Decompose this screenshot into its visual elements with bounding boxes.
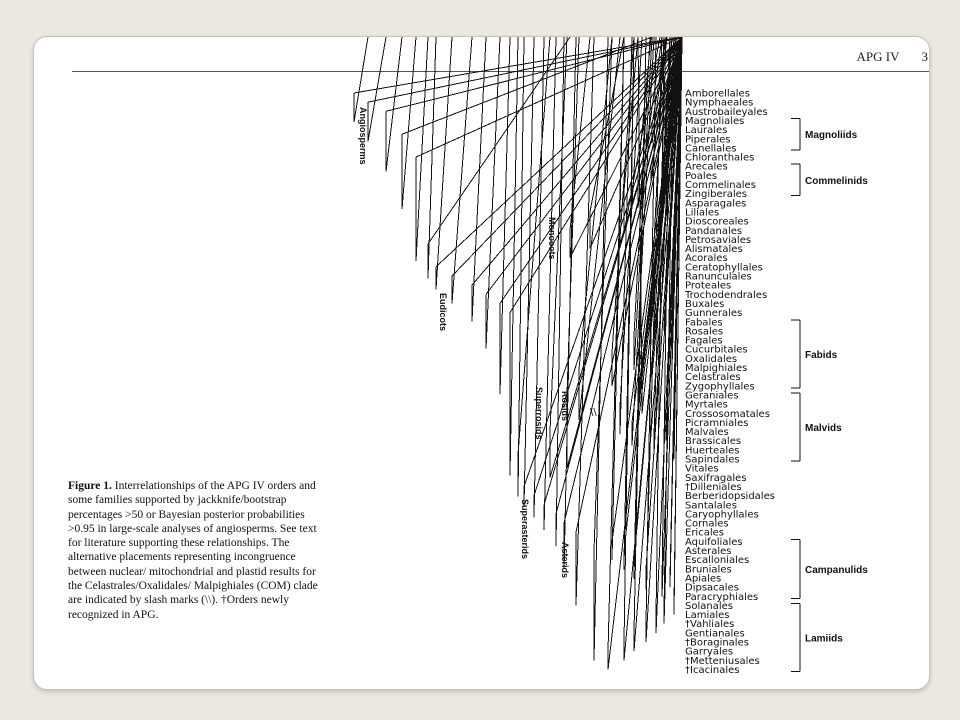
- branch-line-167: [451, 37, 473, 304]
- node-label-monocots: Monocots: [547, 217, 557, 260]
- node-label-superrosids: Superrosids: [534, 387, 544, 440]
- node-label-asterids: Asterids: [560, 542, 570, 578]
- bracket-label-commelinids: Commelinids: [805, 176, 868, 187]
- order-labels: AmborellalesNymphaealesAustrobaileyalesM…: [684, 89, 775, 676]
- node-label-angiosperms: Angiosperms: [358, 107, 368, 165]
- branch-line-173: [427, 37, 437, 279]
- branch-line-140: [555, 37, 565, 546]
- slash-mark-0: \\: [636, 360, 643, 371]
- node-label-superasterids: Superasterids: [520, 499, 530, 559]
- slide-frame: APG IV 3 Figure 1. Interrelationships of …: [33, 36, 930, 690]
- branch-line-158: [499, 37, 511, 395]
- clade-annotations: \\ \\ Magnoliids Commelinids Fabids Malvids Ca…: [358, 107, 868, 644]
- bracket-label-malvids: Malvids: [805, 423, 842, 434]
- order-label-63: †Icacinales: [685, 665, 739, 676]
- bracket-label-fabids: Fabids: [805, 350, 838, 361]
- bracket-label-lamiids: Lamiids: [805, 633, 843, 644]
- branch-line-170: [435, 37, 453, 290]
- node-label-eudicots: Eudicots: [438, 293, 448, 331]
- branch-line-176: [415, 37, 429, 262]
- branch-line-154: [509, 37, 683, 313]
- slash-mark-1: \\: [590, 407, 597, 418]
- branch-line-130: [593, 37, 613, 551]
- branch-line-155: [509, 37, 519, 476]
- bracket-label-magnoliids: Magnoliids: [805, 130, 858, 141]
- branch-line-23: [637, 37, 663, 208]
- bracket-label-campanulids: Campanulids: [805, 565, 868, 576]
- phylogenetic-tree: AmborellalesNymphaealesAustrobaileyalesM…: [353, 37, 868, 676]
- branch-line-182: [385, 37, 403, 172]
- branch-line-179: [401, 37, 417, 210]
- branch-line-161: [485, 37, 501, 349]
- branch-line-137: [563, 37, 577, 569]
- node-label-rosids: Rosids: [560, 391, 570, 421]
